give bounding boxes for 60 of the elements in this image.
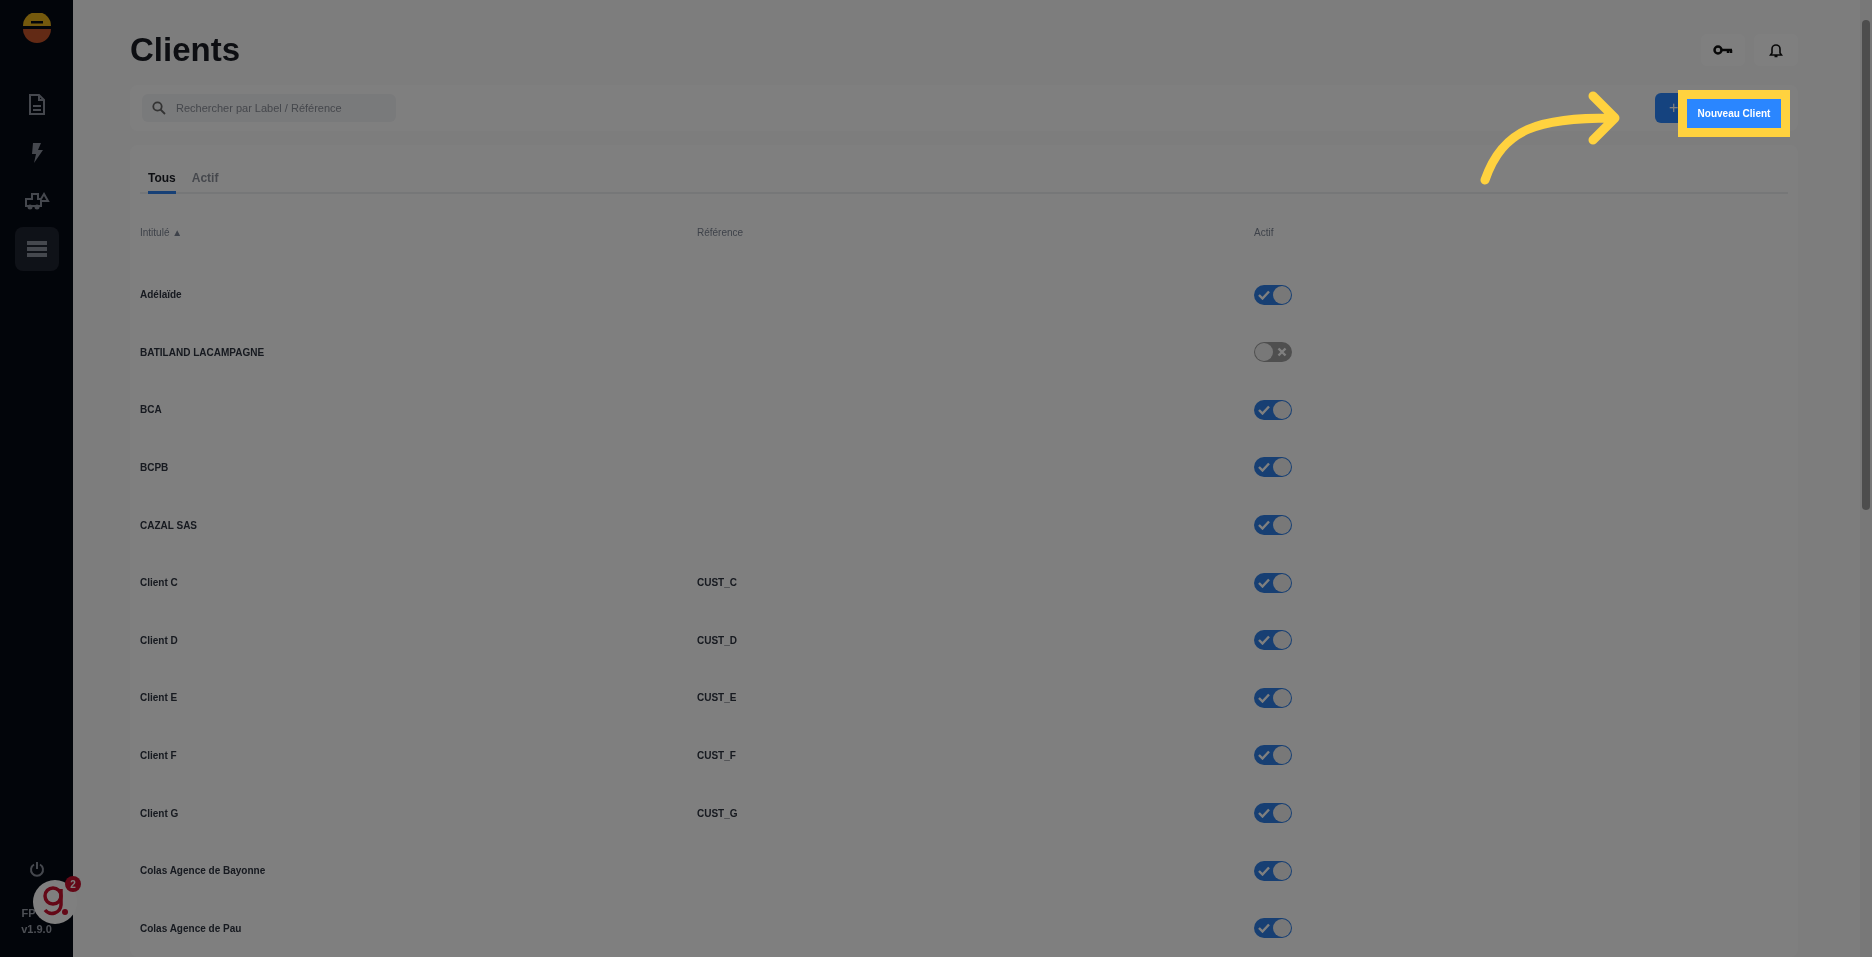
client-name: Adélaïde (140, 289, 183, 301)
check-icon (1258, 692, 1270, 703)
scrollbar[interactable] (1860, 0, 1872, 957)
check-icon (1258, 404, 1270, 415)
client-reference: CUST_G (697, 807, 738, 819)
active-toggle[interactable] (1254, 572, 1292, 593)
client-name: Client G (140, 807, 180, 819)
client-reference: CUST_E (697, 692, 737, 704)
client-name: BATILAND LACAMPAGNE (140, 346, 266, 358)
check-icon (1258, 750, 1270, 761)
key-icon (1713, 45, 1733, 55)
check-icon (1258, 577, 1270, 588)
nav-button[interactable] (14, 227, 59, 271)
client-name: Client D (140, 634, 179, 646)
bell-icon (1769, 42, 1783, 58)
notification-badge: 2 (65, 876, 81, 892)
client-name: Colas Agence de Pau (140, 922, 243, 934)
active-toggle[interactable] (1254, 399, 1292, 420)
check-icon (1258, 923, 1270, 934)
client-reference: CUST_D (697, 634, 737, 646)
page-title: Clients (130, 31, 241, 69)
column-header[interactable]: Actif (1254, 227, 1274, 239)
column-header[interactable]: Référence (697, 227, 744, 239)
document-icon (26, 94, 47, 116)
filter-tab[interactable]: Tous (148, 164, 176, 194)
active-toggle[interactable] (1254, 515, 1292, 536)
check-icon (1258, 462, 1270, 473)
column-header[interactable]: Intitulé ▲ (140, 227, 183, 239)
app-name: FP (21, 907, 36, 919)
filter-tab[interactable]: Actif (191, 164, 219, 194)
version-label: v1.9.0 (21, 923, 52, 935)
client-name: CAZAL SAS (140, 519, 199, 531)
client-name: Client C (140, 577, 179, 589)
new-client-button[interactable]: Nouveau Client (1687, 99, 1781, 128)
active-toggle[interactable] (1254, 630, 1292, 651)
active-toggle[interactable] (1254, 803, 1292, 823)
client-name: BCPB (140, 461, 170, 473)
client-name: Client F (140, 749, 178, 761)
active-toggle[interactable] (1254, 687, 1292, 708)
client-reference: CUST_F (697, 749, 736, 761)
active-toggle[interactable] (1254, 457, 1292, 478)
active-toggle[interactable] (1254, 918, 1292, 939)
check-icon (1258, 635, 1270, 646)
check-icon (1258, 289, 1270, 300)
check-icon (1258, 808, 1270, 818)
client-name: Colas Agence de Bayonne (140, 865, 267, 877)
client-name: Client E (140, 692, 179, 704)
check-icon (1258, 865, 1270, 876)
active-toggle[interactable] (1254, 860, 1292, 881)
list-icon (25, 239, 48, 259)
client-name: BCA (140, 404, 163, 416)
power-icon[interactable] (28, 861, 45, 877)
logo-icon (21, 13, 52, 43)
check-icon (1258, 520, 1270, 531)
cross-icon (1277, 347, 1287, 358)
active-toggle[interactable] (1254, 284, 1292, 305)
active-toggle[interactable] (1254, 342, 1292, 363)
client-reference: CUST_C (697, 577, 737, 589)
active-toggle[interactable] (1254, 745, 1292, 766)
truck-icon (23, 191, 50, 211)
